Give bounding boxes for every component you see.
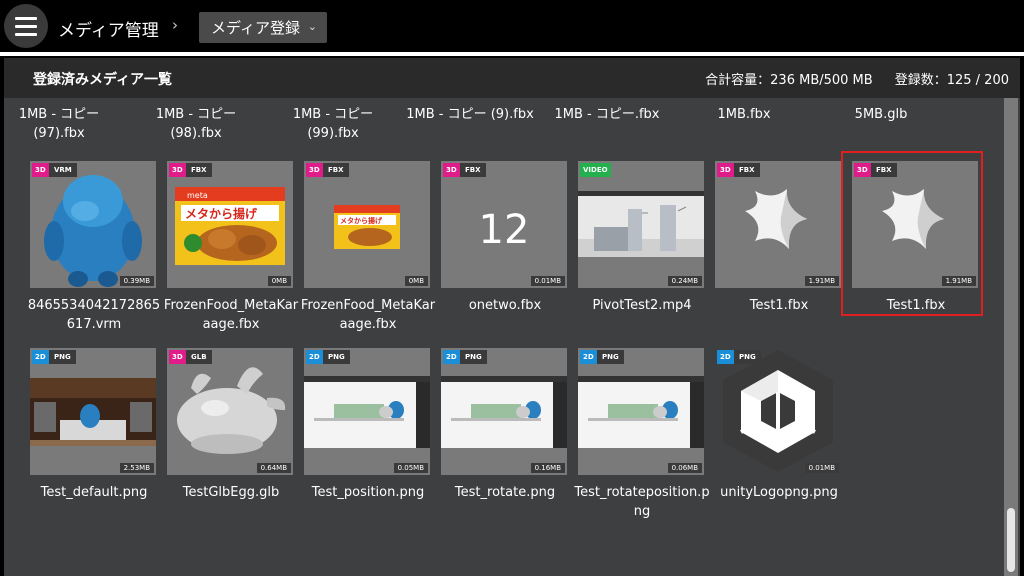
- count-stat: 登録数：125 / 200: [895, 69, 1009, 88]
- media-thumbnail[interactable]: メタから揚げ 3D FBX 0MB: [304, 161, 430, 288]
- media-file-name: Test1.fbx: [749, 298, 809, 313]
- svg-text:メタから揚げ: メタから揚げ: [185, 206, 258, 221]
- media-file-name: Test_position.png: [311, 485, 425, 500]
- hamburger-menu-icon[interactable]: [4, 4, 48, 48]
- breadcrumb-chevron-icon: ›: [172, 16, 178, 34]
- format-badge: VRM: [49, 163, 77, 177]
- file-size-badge: 1.91MB: [804, 276, 839, 286]
- count-value: 125 / 200: [946, 73, 1009, 88]
- panel-title: 登録済みメディア一覧: [33, 72, 173, 88]
- media-item-partial[interactable]: 1MB.fbx: [674, 105, 814, 124]
- media-file-name: Test1.fbx: [886, 298, 946, 313]
- dropdown-label: メディア登録: [211, 19, 300, 37]
- dimension-badge: 2D: [306, 350, 323, 364]
- format-badge: PNG: [323, 350, 350, 364]
- file-size-badge: 0.05MB: [393, 463, 428, 473]
- format-badge: PNG: [734, 350, 761, 364]
- format-badge: FBX: [871, 163, 897, 177]
- file-size-badge: 0.16MB: [530, 463, 565, 473]
- format-badge: PNG: [460, 350, 487, 364]
- media-thumbnail[interactable]: 2D PNG 2.53MB: [30, 348, 156, 475]
- media-file-name: Test_rotate.png: [454, 485, 556, 500]
- count-label: 登録数：: [894, 73, 947, 88]
- format-badge: VIDEO: [580, 163, 611, 177]
- dimension-badge: 3D: [443, 163, 460, 177]
- media-file-name: PivotTest2.mp4: [592, 298, 692, 313]
- svg-text:メタから揚げ: メタから揚げ: [340, 216, 383, 225]
- media-thumbnail[interactable]: 12 3D FBX 0.01MB: [441, 161, 567, 288]
- media-file-name: 8465534042172865617.vrm: [27, 298, 161, 332]
- media-file-name: FrozenFood_MetaKaraage.fbx: [300, 298, 436, 332]
- capacity-label: 合計容量：: [705, 73, 771, 88]
- media-item-partial[interactable]: 1MB - コピー.fbx: [537, 105, 677, 124]
- media-item-partial[interactable]: 1MB - コピー (99).fbx: [263, 105, 403, 143]
- media-file-name: TestGlbEgg.glb: [182, 485, 280, 500]
- dimension-badge: 2D: [32, 350, 49, 364]
- media-item-partial[interactable]: 5MB.glb: [811, 105, 951, 124]
- format-badge: FBX: [734, 163, 760, 177]
- dimension-badge: 2D: [443, 350, 460, 364]
- file-size-badge: 0.64MB: [256, 463, 291, 473]
- thumb-text: 12: [479, 207, 530, 253]
- file-size-badge: 0MB: [404, 276, 428, 286]
- app-title: メディア管理: [58, 21, 159, 41]
- dimension-badge: 3D: [32, 163, 49, 177]
- dimension-badge: 3D: [169, 350, 186, 364]
- media-thumbnail[interactable]: 2D PNG 0.05MB: [304, 348, 430, 475]
- panel-header: 登録済みメディア一覧 合計容量：236 MB/500 MB 登録数：125 / …: [4, 58, 1020, 98]
- media-thumbnail[interactable]: 3D FBX 1.91MB: [715, 161, 841, 288]
- top-bar: メディア管理 › メディア登録 ⌄: [0, 0, 1024, 52]
- format-badge: FBX: [186, 163, 212, 177]
- format-badge: FBX: [460, 163, 486, 177]
- capacity-value: 236 MB/500 MB: [770, 73, 873, 88]
- media-register-dropdown[interactable]: メディア登録 ⌄: [199, 12, 327, 43]
- chevron-down-icon: ⌄: [307, 20, 317, 33]
- format-badge: PNG: [597, 350, 624, 364]
- media-file-name: Test_rotateposition.png: [574, 485, 710, 519]
- file-size-badge: 0.24MB: [667, 276, 702, 286]
- media-list-panel: 登録済みメディア一覧 合計容量：236 MB/500 MB 登録数：125 / …: [4, 58, 1020, 576]
- header-divider: [0, 52, 1024, 56]
- media-thumbnail[interactable]: 2D PNG 0.16MB: [441, 348, 567, 475]
- format-badge: PNG: [49, 350, 76, 364]
- media-thumbnail[interactable]: 3D VRM 0.39MB: [30, 161, 156, 288]
- file-size-badge: 0.39MB: [119, 276, 154, 286]
- dimension-badge: 3D: [306, 163, 323, 177]
- format-badge: GLB: [186, 350, 212, 364]
- scrollbar-thumb[interactable]: [1007, 508, 1015, 572]
- file-size-badge: 2.53MB: [119, 463, 154, 473]
- media-thumbnail[interactable]: 2D PNG 0.06MB: [578, 348, 704, 475]
- media-file-name: FrozenFood_MetaKaraage.fbx: [163, 298, 299, 332]
- media-file-name: Test_default.png: [40, 485, 148, 500]
- svg-text:meta: meta: [187, 191, 208, 200]
- media-item-partial[interactable]: 1MB - コピー (9).fbx: [400, 105, 540, 124]
- media-file-name: onetwo.fbx: [468, 298, 542, 313]
- file-size-badge: 1.91MB: [941, 276, 976, 286]
- media-grid[interactable]: 1MB - コピー (97).fbx 1MB - コピー (98).fbx 1MB - …: [4, 98, 1004, 576]
- media-thumbnail[interactable]: 2D PNG 0.01MB: [715, 348, 841, 475]
- usage-stats: 合計容量：236 MB/500 MB 登録数：125 / 200: [705, 69, 1009, 88]
- media-item-partial[interactable]: 1MB - コピー (98).fbx: [126, 105, 266, 143]
- media-item-partial[interactable]: 1MB - コピー (97).fbx: [4, 105, 129, 143]
- dimension-badge: 3D: [169, 163, 186, 177]
- dimension-badge: 3D: [854, 163, 871, 177]
- dimension-badge: 2D: [580, 350, 597, 364]
- media-thumbnail[interactable]: 3D FBX 1.91MB: [852, 161, 978, 288]
- dimension-badge: 2D: [717, 350, 734, 364]
- file-size-badge: 0.01MB: [804, 463, 839, 473]
- capacity-stat: 合計容量：236 MB/500 MB: [705, 69, 873, 88]
- file-size-badge: 0.01MB: [530, 276, 565, 286]
- media-file-name: unityLogopng.png: [720, 485, 838, 500]
- media-thumbnail[interactable]: 3D GLB 0.64MB: [167, 348, 293, 475]
- format-badge: FBX: [323, 163, 349, 177]
- media-thumbnail[interactable]: VIDEO 0.24MB: [578, 161, 704, 288]
- media-thumbnail[interactable]: meta メタから揚げ 3D FBX 0MB: [167, 161, 293, 288]
- file-size-badge: 0MB: [267, 276, 291, 286]
- file-size-badge: 0.06MB: [667, 463, 702, 473]
- vertical-scrollbar[interactable]: [1004, 98, 1018, 576]
- dimension-badge: 3D: [717, 163, 734, 177]
